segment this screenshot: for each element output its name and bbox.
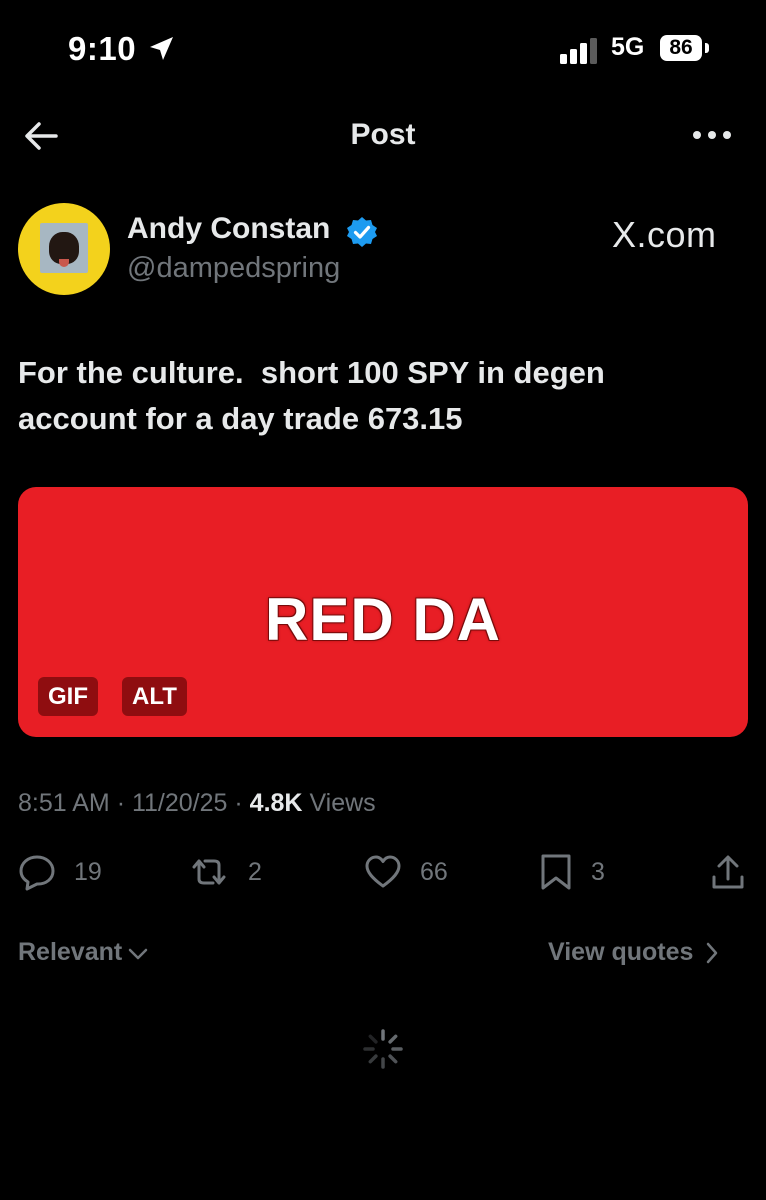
alt-badge[interactable]: ALT [122, 677, 187, 716]
repost-button[interactable]: 2 [188, 852, 262, 892]
gif-badge: GIF [38, 677, 98, 716]
gif-caption: RED DA [264, 586, 501, 653]
network-type: 5G [611, 33, 645, 61]
author-handle[interactable]: @dampedspring [127, 252, 340, 285]
page-title: Post [350, 118, 416, 151]
heart-icon [365, 855, 401, 888]
repost-count: 2 [248, 857, 262, 886]
status-time: 9:10 [68, 30, 137, 67]
chevron-down-icon [128, 948, 148, 959]
post-time: 8:51 AM [18, 789, 110, 817]
like-button[interactable]: 66 [364, 852, 448, 892]
like-count: 66 [420, 857, 448, 886]
author-name[interactable]: Andy Constan [127, 212, 330, 246]
loading-spinner-icon [363, 1029, 403, 1069]
view-quotes-link[interactable]: View quotes [548, 938, 723, 967]
bookmark-icon [541, 854, 571, 890]
location-arrow-icon [150, 37, 173, 60]
reply-count: 19 [74, 857, 102, 886]
share-icon[interactable] [710, 853, 746, 891]
meta-separator: · [234, 789, 243, 817]
more-horizontal-icon[interactable] [692, 128, 732, 142]
dog-tongue [59, 259, 69, 267]
sort-label: Relevant [18, 938, 123, 966]
sort-replies-dropdown[interactable]: Relevant [18, 938, 150, 967]
repost-icon [192, 859, 226, 885]
bookmark-button[interactable]: 3 [539, 852, 605, 892]
cellular-signal-icon [560, 38, 597, 64]
reply-icon [19, 855, 55, 891]
avatar-photo [40, 223, 88, 273]
meta-separator: · [116, 789, 126, 817]
chevron-right-icon [707, 942, 718, 963]
post-text: For the culture. short 100 SPY in degen … [18, 355, 605, 436]
battery-icon: 86 [660, 35, 702, 61]
post-date: 11/20/25 [131, 789, 228, 817]
view-quotes-label: View quotes [548, 938, 694, 966]
verified-badge-icon [347, 217, 377, 247]
post-media-gif[interactable]: RED DA GIF ALT [18, 487, 748, 737]
avatar[interactable] [18, 203, 110, 295]
views-label: Views [309, 789, 376, 817]
bookmark-count: 3 [591, 857, 605, 886]
post-meta: 8:51 AM · 11/20/25 · 4.8K Views [18, 789, 376, 818]
battery-tip [705, 43, 709, 53]
views-count: 4.8K [249, 789, 303, 817]
x-com-watermark: X.com [612, 214, 717, 255]
reply-button[interactable]: 19 [18, 852, 102, 892]
